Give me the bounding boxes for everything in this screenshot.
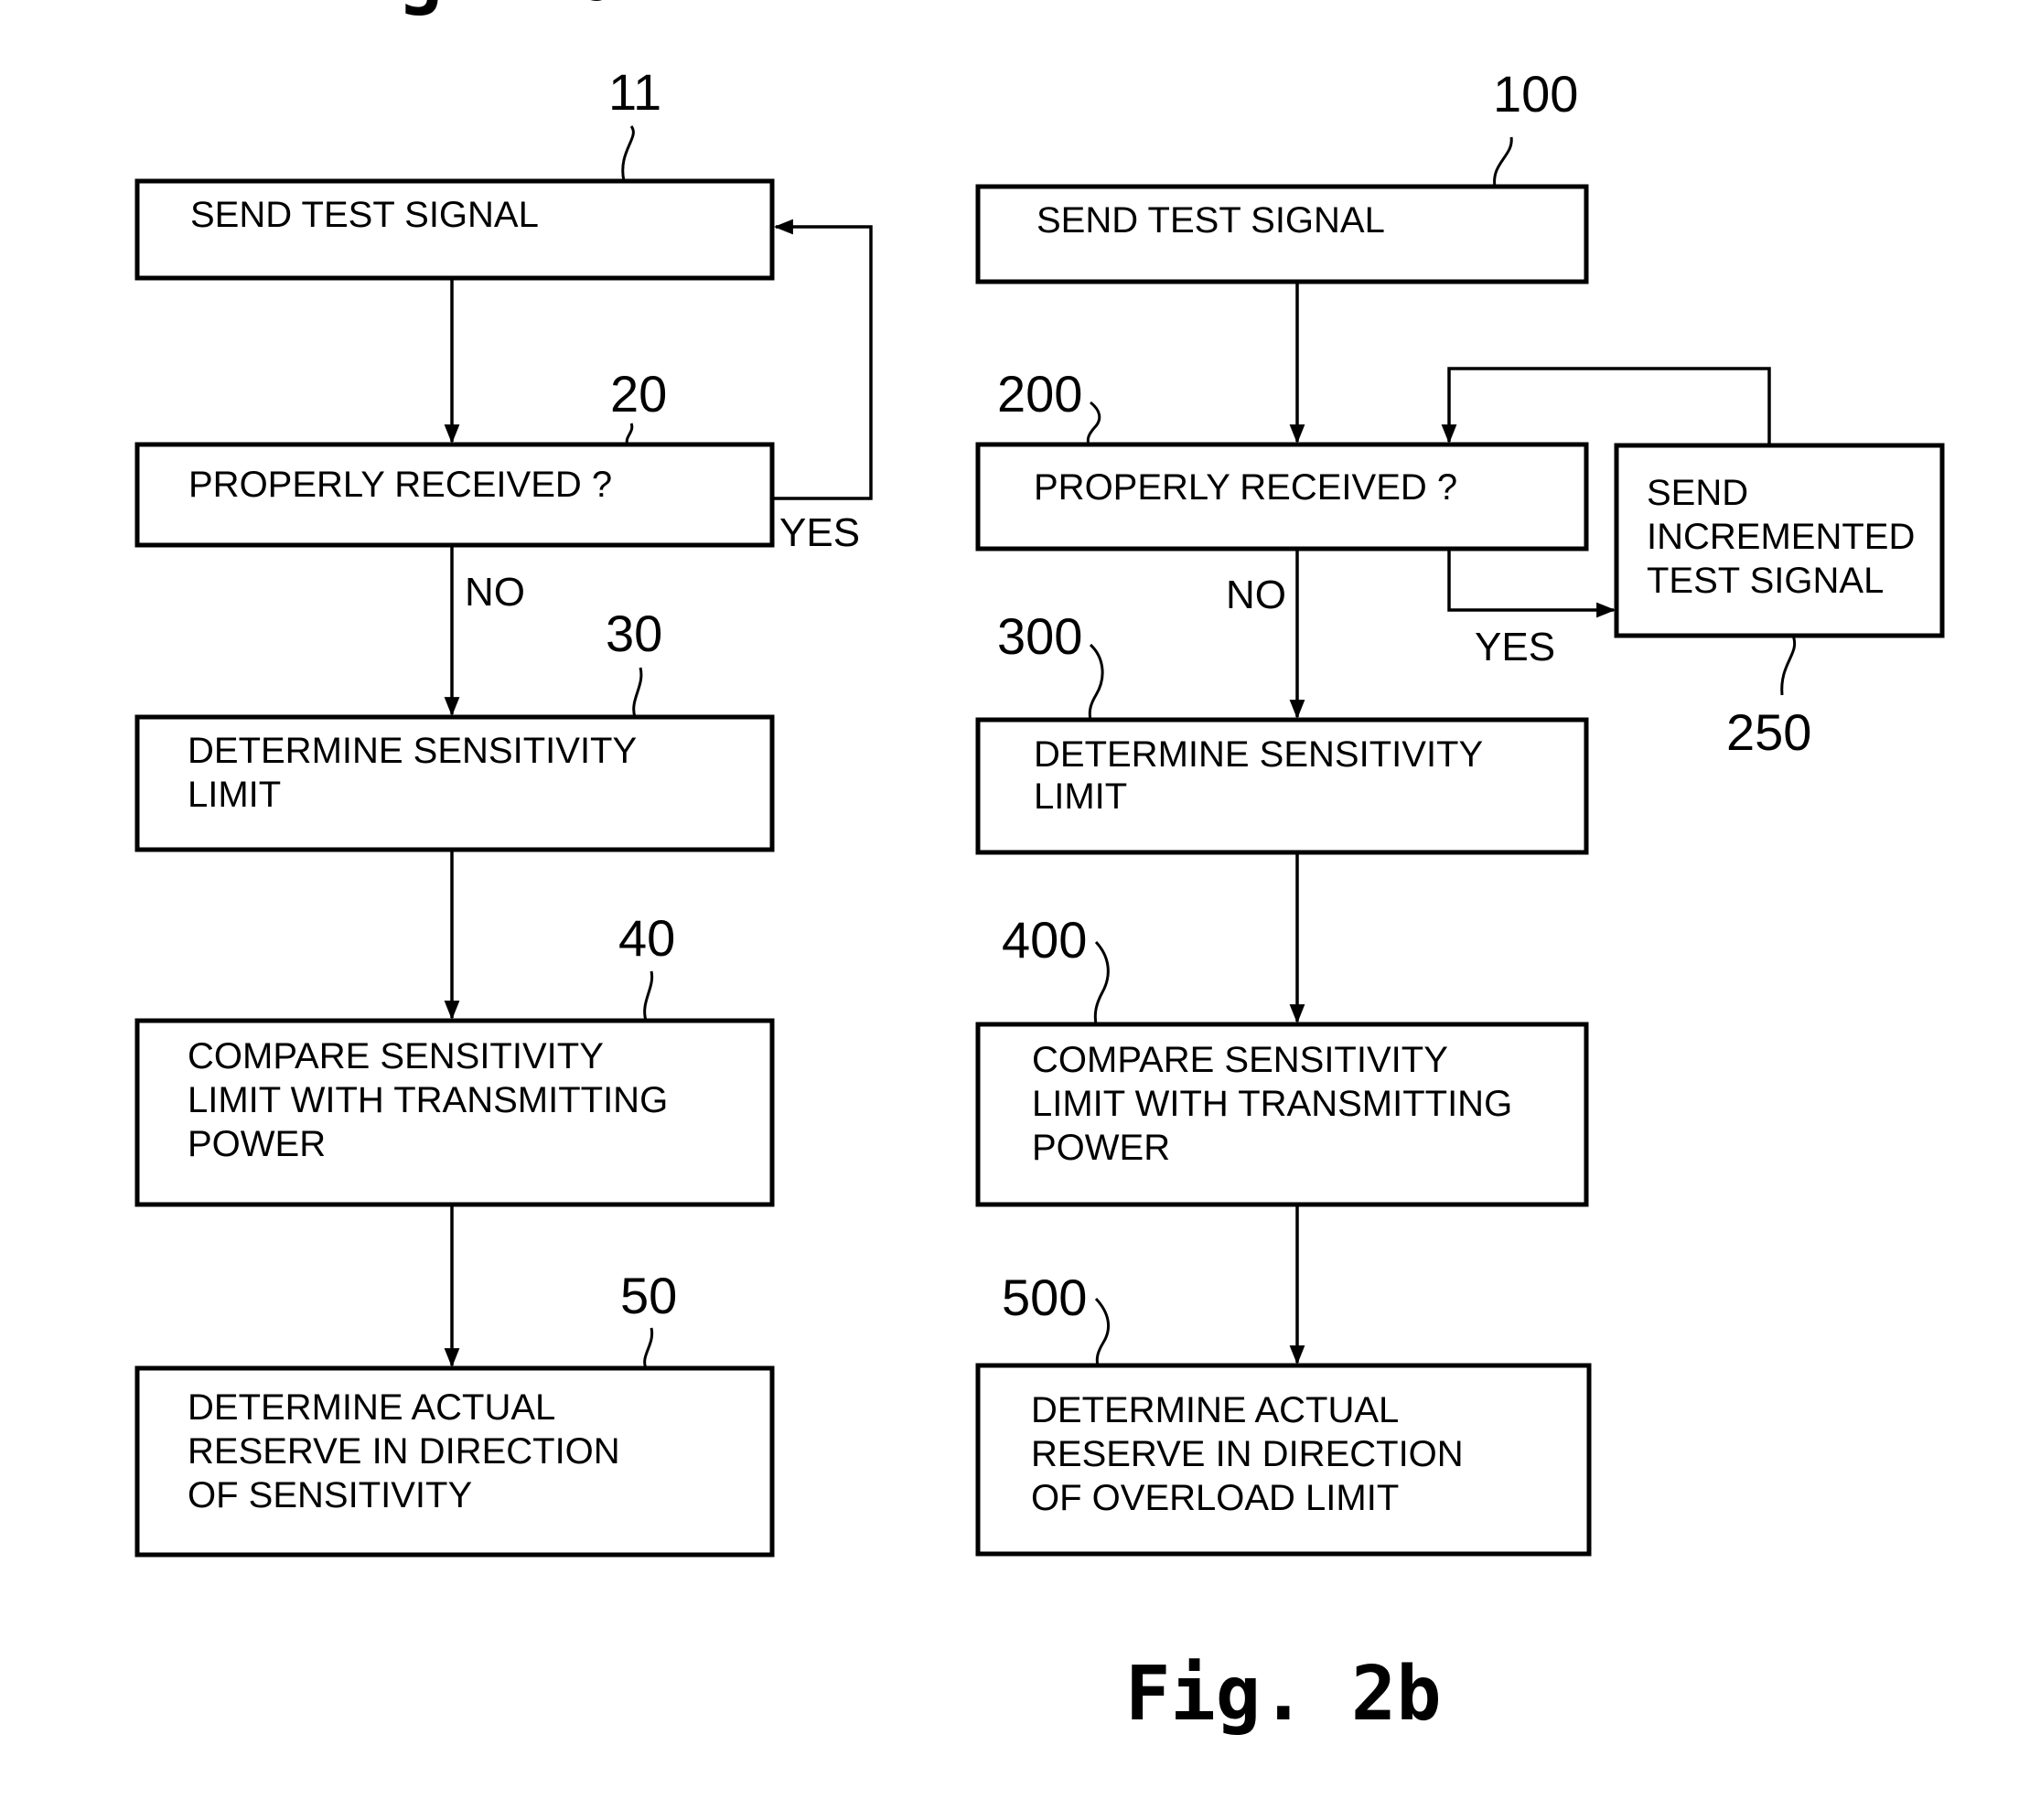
step-text: OF SENSITIVITY: [188, 1475, 472, 1515]
step-text: DETERMINE ACTUAL: [1031, 1390, 1399, 1430]
figure-2a: SEND TEST SIGNAL 11 PROPERLY RECEIVED ? …: [134, 0, 873, 1558]
step-text: LIMIT: [188, 775, 281, 815]
figure-2b: SEND TEST SIGNAL 100 PROPERLY RECEIVED ?…: [975, 65, 1945, 1738]
step-text: SEND TEST SIGNAL: [1036, 200, 1385, 241]
loop-back-arrow: [1441, 367, 1771, 445]
step-box-compare-sensitivity-limit: COMPARE SENSITIVITY LIMIT WITH TRANSMITT…: [134, 1018, 775, 1207]
ref-number: 11: [608, 63, 661, 121]
step-text: RESERVE IN DIRECTION: [188, 1431, 620, 1472]
leader-line: [643, 1327, 654, 1369]
leader-line: [632, 667, 643, 718]
step-box-send-test-signal: SEND TEST SIGNAL: [975, 184, 1589, 284]
step-text: RESERVE IN DIRECTION: [1031, 1434, 1464, 1474]
step-box-determine-sensitivity-limit: DETERMINE SENSITIVITY LIMIT: [975, 717, 1589, 855]
step-text: PROPERLY RECEIVED ?: [188, 465, 612, 505]
step-text: COMPARE SENSITIVITY: [1032, 1040, 1448, 1080]
step-text: DETERMINE ACTUAL: [188, 1387, 555, 1428]
ref-number: 30: [606, 605, 662, 662]
leader-line: [1093, 940, 1110, 1025]
no-label: NO: [1226, 573, 1286, 617]
step-box-send-incremented-test-signal: SEND INCREMENTED TEST SIGNAL: [1614, 443, 1945, 638]
ref-number: 50: [620, 1267, 677, 1324]
step-text: SEND TEST SIGNAL: [190, 195, 539, 235]
no-label: NO: [465, 570, 525, 615]
yes-arrow: [1447, 549, 1616, 618]
step-text: LIMIT WITH TRANSMITTING: [1032, 1084, 1512, 1124]
step-text: INCREMENTED: [1647, 517, 1915, 557]
step-text: SEND: [1647, 473, 1748, 513]
step-text: POWER: [188, 1124, 326, 1164]
yes-label: YES: [779, 510, 860, 555]
step-box-compare-sensitivity-limit: COMPARE SENSITIVITY LIMIT WITH TRANSMITT…: [975, 1022, 1589, 1207]
step-text: OF OVERLOAD LIMIT: [1031, 1478, 1399, 1518]
leader-line: [1094, 1297, 1111, 1366]
step-box-determine-actual-reserve: DETERMINE ACTUAL RESERVE IN DIRECTION OF…: [975, 1363, 1592, 1557]
step-text: LIMIT: [1034, 776, 1127, 817]
yes-label: YES: [1475, 625, 1555, 669]
leader-line: [1086, 401, 1101, 445]
leader-line: [625, 423, 634, 445]
step-box-properly-received: PROPERLY RECEIVED ?: [134, 442, 775, 548]
ref-number: 250: [1726, 703, 1811, 761]
step-text: DETERMINE SENSITIVITY: [1034, 734, 1483, 775]
figure-caption: Fig. 2b: [1125, 1651, 1442, 1738]
ref-number: 20: [610, 365, 667, 423]
step-text: TEST SIGNAL: [1647, 561, 1884, 601]
figure-caption: Fig. 2a: [307, 0, 624, 18]
ref-number: 40: [618, 909, 675, 967]
step-text: PROPERLY RECEIVED ?: [1034, 467, 1457, 508]
leader-line: [1493, 136, 1513, 187]
step-text: DETERMINE SENSITIVITY: [188, 731, 637, 771]
step-box-determine-sensitivity-limit: DETERMINE SENSITIVITY LIMIT: [134, 714, 775, 852]
yes-loop-arrow: [772, 219, 873, 500]
leader-line: [643, 970, 654, 1022]
ref-number: 300: [997, 607, 1082, 665]
leader-line: [621, 125, 635, 182]
step-text: POWER: [1032, 1128, 1170, 1168]
leader-line: [1088, 643, 1104, 721]
ref-number: 400: [1002, 911, 1087, 969]
step-text: LIMIT WITH TRANSMITTING: [188, 1080, 668, 1120]
step-box-send-test-signal: SEND TEST SIGNAL: [134, 178, 775, 281]
step-box-determine-actual-reserve: DETERMINE ACTUAL RESERVE IN DIRECTION OF…: [134, 1365, 775, 1558]
leader-line: [1780, 635, 1797, 696]
ref-number: 500: [1002, 1269, 1087, 1326]
step-box-properly-received: PROPERLY RECEIVED ?: [975, 442, 1589, 551]
ref-number: 100: [1493, 65, 1578, 123]
ref-number: 200: [997, 365, 1082, 423]
flowchart-canvas: SEND TEST SIGNAL 11 PROPERLY RECEIVED ? …: [134, 0, 1945, 1738]
step-text: COMPARE SENSITIVITY: [188, 1036, 604, 1076]
